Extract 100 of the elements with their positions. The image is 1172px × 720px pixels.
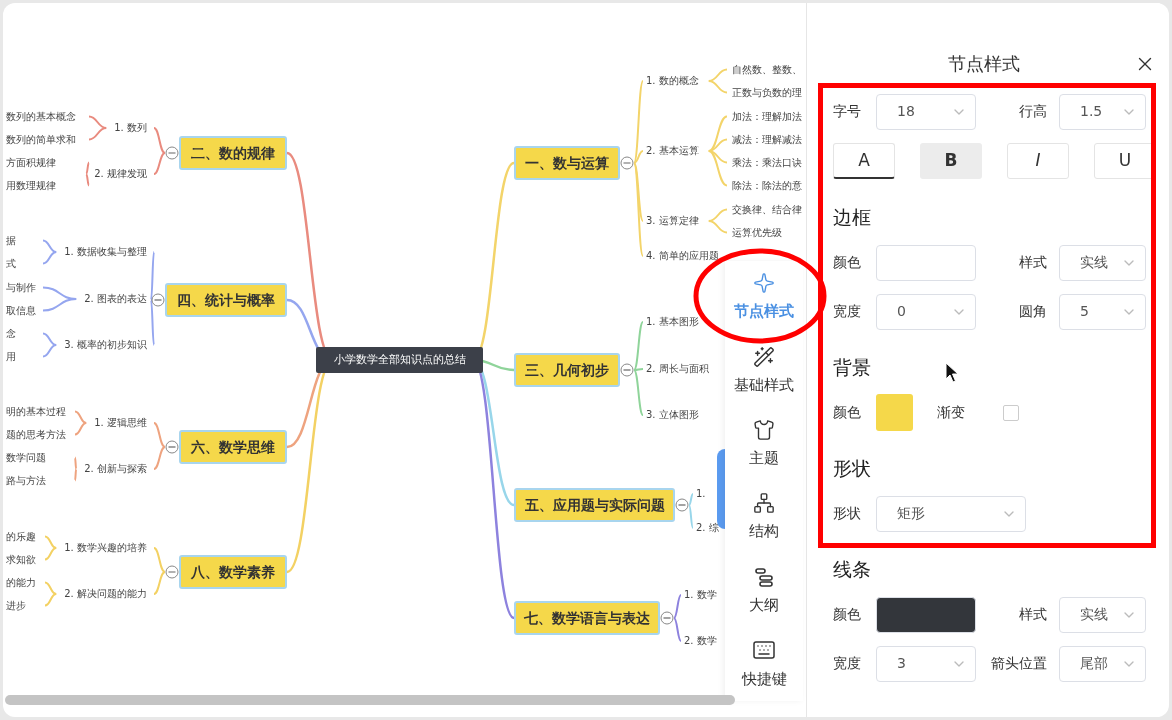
- collapse-icon[interactable]: [675, 498, 689, 512]
- format-button[interactable]: I: [1007, 143, 1069, 179]
- leaf-label[interactable]: 取信息: [6, 303, 36, 318]
- color-swatch[interactable]: [876, 244, 976, 281]
- leaf-label[interactable]: 数列的基本概念: [6, 109, 76, 124]
- leaf-label[interactable]: 进步: [6, 598, 26, 613]
- dropdown[interactable]: 实线: [1059, 596, 1146, 633]
- tool-button[interactable]: 快捷键: [725, 627, 803, 701]
- collapse-icon[interactable]: [165, 565, 179, 579]
- subtopic-label[interactable]: 1.: [696, 487, 706, 501]
- leaf-label[interactable]: 运算优先级: [732, 225, 782, 240]
- dropdown[interactable]: 尾部: [1059, 645, 1146, 682]
- topic-node[interactable]: 一、数与运算: [514, 146, 620, 180]
- subtopic-label[interactable]: 2. 规律发现: [94, 167, 147, 181]
- collapse-icon[interactable]: [620, 156, 634, 170]
- branch-line: [42, 298, 78, 312]
- field-label: 圆角: [1018, 302, 1047, 321]
- color-swatch[interactable]: [876, 394, 913, 431]
- field-label: 宽度: [833, 654, 862, 673]
- field-label: 渐变: [937, 403, 966, 422]
- subtopic-label[interactable]: 4. 简单的应用题: [646, 249, 719, 263]
- section-heading: 形状: [833, 456, 871, 481]
- field-label: 颜色: [833, 403, 862, 422]
- checkbox[interactable]: [1003, 404, 1019, 421]
- dropdown[interactable]: 5: [1059, 293, 1146, 330]
- color-swatch[interactable]: [876, 596, 976, 633]
- topic-node[interactable]: 三、几何初步: [514, 353, 620, 387]
- dropdown[interactable]: 18: [876, 93, 976, 130]
- leaf-label[interactable]: 用: [6, 349, 16, 364]
- leaf-label[interactable]: 自然数、整数、: [732, 62, 802, 77]
- branch-line: [44, 547, 58, 561]
- branch-line: [42, 251, 58, 265]
- branch-line: [153, 127, 166, 154]
- field-label: 字号: [833, 102, 862, 121]
- dropdown[interactable]: 矩形: [876, 495, 1026, 532]
- subtopic-label[interactable]: 1. 数列: [114, 121, 147, 135]
- subtopic-label[interactable]: 1. 数的概念: [646, 74, 699, 88]
- tool-button[interactable]: 主题: [725, 407, 803, 481]
- format-button[interactable]: A: [833, 143, 895, 179]
- subtopic-label[interactable]: 2. 图表的表达: [84, 292, 147, 306]
- leaf-label[interactable]: 的乐趣: [6, 529, 36, 544]
- leaf-label[interactable]: 正数与负数的理: [732, 85, 802, 100]
- topic-node[interactable]: 八、数学素养: [179, 555, 287, 589]
- leaf-label[interactable]: 路与方法: [6, 473, 46, 488]
- subtopic-label[interactable]: 1. 数学: [684, 588, 717, 602]
- subtopic-label[interactable]: 2. 解决问题的能力: [64, 587, 147, 601]
- leaf-label[interactable]: 用数理规律: [6, 178, 56, 193]
- topic-node[interactable]: 六、数学思维: [179, 430, 287, 464]
- subtopic-label[interactable]: 3. 立体图形: [646, 408, 699, 422]
- leaf-label[interactable]: 与制作: [6, 280, 36, 295]
- subtopic-label[interactable]: 1. 数学兴趣的培养: [64, 541, 147, 555]
- dropdown[interactable]: 0: [876, 293, 976, 330]
- leaf-label[interactable]: 除法：除法的意: [732, 178, 802, 193]
- topic-node[interactable]: 七、数学语言与表达: [514, 601, 660, 635]
- leaf-label[interactable]: 数学问题: [6, 450, 46, 465]
- collapse-icon[interactable]: [620, 363, 634, 377]
- subtopic-label[interactable]: 2. 基本运算: [646, 144, 699, 158]
- branch-line: [42, 239, 58, 253]
- subtopic-label[interactable]: 2. 综: [696, 521, 719, 535]
- branch-line: [153, 446, 166, 470]
- topic-node[interactable]: 二、数的规律: [179, 136, 287, 170]
- leaf-label[interactable]: 式: [6, 256, 16, 271]
- subtopic-label[interactable]: 3. 运算定律: [646, 214, 699, 228]
- leaf-label[interactable]: 念: [6, 326, 16, 341]
- tool-button[interactable]: 结构: [725, 481, 803, 555]
- panel-title: 节点样式: [947, 51, 1020, 76]
- leaf-label[interactable]: 据: [6, 233, 16, 248]
- scrollbar[interactable]: [5, 695, 735, 705]
- collapse-icon[interactable]: [165, 146, 179, 160]
- leaf-label[interactable]: 乘法：乘法口诀: [732, 155, 802, 170]
- leaf-label[interactable]: 的能力: [6, 575, 36, 590]
- collapse-icon[interactable]: [151, 293, 165, 307]
- topic-node[interactable]: 五、应用题与实际问题: [514, 488, 675, 522]
- outline-icon: [753, 565, 775, 588]
- leaf-label[interactable]: 数列的简单求和: [6, 132, 76, 147]
- leaf-label[interactable]: 加法：理解加法: [732, 109, 802, 124]
- tool-button[interactable]: 大纲: [725, 554, 803, 628]
- subtopic-label[interactable]: 1. 基本图形: [646, 315, 699, 329]
- subtopic-label[interactable]: 2. 数学: [684, 634, 717, 648]
- branch-line: [44, 535, 58, 549]
- subtopic-label[interactable]: 1. 逻辑思维: [94, 416, 147, 430]
- leaf-label[interactable]: 交换律、结合律: [732, 202, 802, 217]
- topic-node[interactable]: 四、统计与概率: [165, 283, 287, 317]
- leaf-label[interactable]: 题的思考方法: [6, 427, 66, 442]
- leaf-label[interactable]: 求知欲: [6, 552, 36, 567]
- dropdown[interactable]: 1.5: [1059, 93, 1146, 130]
- subtopic-label[interactable]: 2. 创新与探索: [84, 462, 147, 476]
- root-node[interactable]: 小学数学全部知识点的总结: [316, 347, 483, 373]
- leaf-label[interactable]: 明的基本过程: [6, 404, 66, 419]
- leaf-label[interactable]: 减法：理解减法: [732, 132, 802, 147]
- subtopic-label[interactable]: 1. 数据收集与整理: [64, 245, 147, 259]
- collapse-icon[interactable]: [660, 611, 674, 625]
- format-button[interactable]: B: [920, 143, 982, 179]
- collapse-icon[interactable]: [165, 440, 179, 454]
- subtopic-label[interactable]: 2. 周长与面积: [646, 362, 709, 376]
- dropdown[interactable]: 3: [876, 645, 976, 682]
- dropdown[interactable]: 实线: [1059, 244, 1146, 281]
- tool-button[interactable]: 基础样式: [725, 334, 803, 408]
- leaf-label[interactable]: 方面积规律: [6, 155, 56, 170]
- subtopic-label[interactable]: 3. 概率的初步知识: [64, 338, 147, 352]
